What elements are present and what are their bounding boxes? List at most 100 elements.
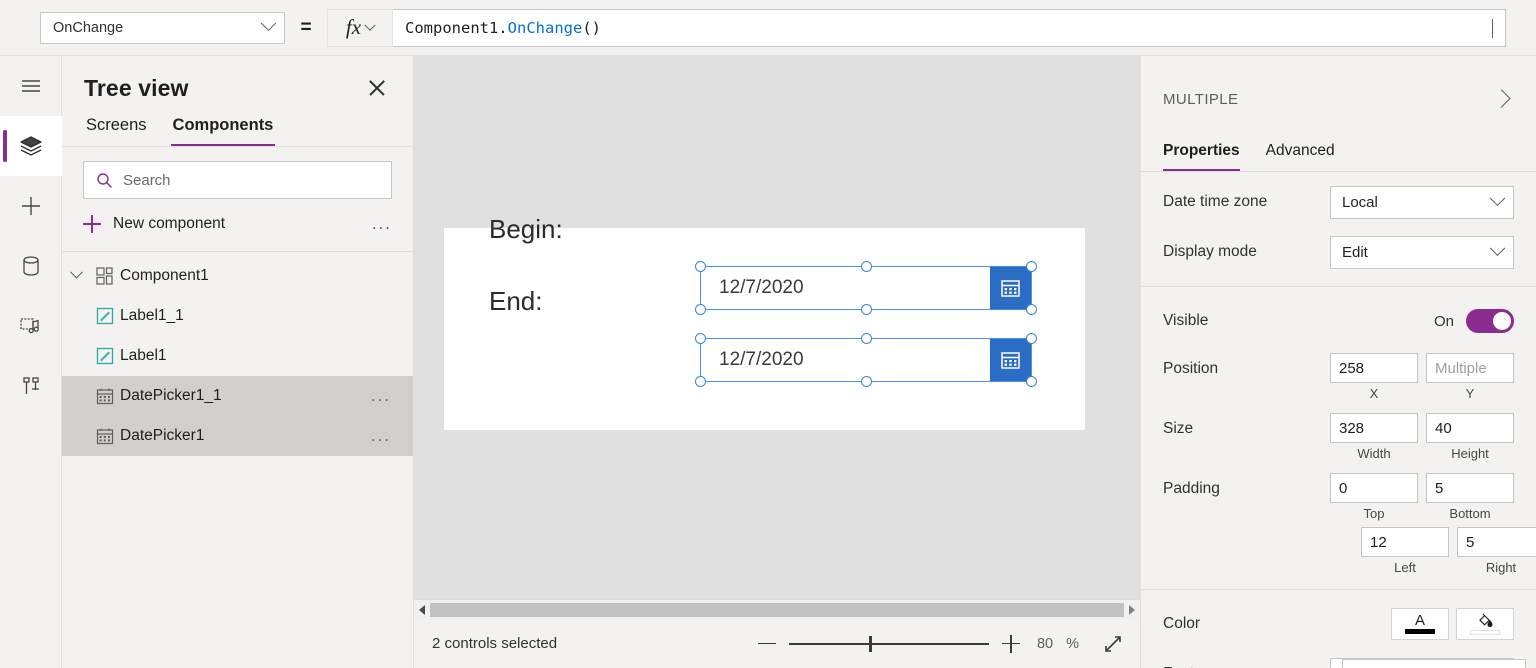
resize-handle-bottom-right[interactable] bbox=[1026, 376, 1037, 387]
date-time-zone-label: Date time zone bbox=[1163, 193, 1268, 210]
chevron-down-icon[interactable] bbox=[62, 265, 90, 281]
scroll-right-arrow-icon[interactable] bbox=[1124, 600, 1140, 620]
tree-item-overflow-icon[interactable]: ... bbox=[371, 386, 391, 406]
new-component-button[interactable]: New component ... bbox=[83, 207, 392, 241]
position-y-input[interactable]: Multiple bbox=[1426, 353, 1514, 383]
resize-handle-bottom-center[interactable] bbox=[860, 376, 872, 387]
app-screen-surface[interactable] bbox=[444, 228, 1085, 430]
zoom-slider-knob[interactable] bbox=[869, 635, 873, 652]
fill-color-button[interactable] bbox=[1456, 608, 1514, 640]
padding-left-input[interactable]: 12 bbox=[1361, 527, 1449, 557]
label-icon bbox=[90, 347, 120, 365]
font-size-input-partial[interactable] bbox=[1342, 659, 1526, 668]
sidebar-item-tree-view[interactable] bbox=[0, 116, 62, 176]
formula-input[interactable]: Component1. OnChange() bbox=[393, 8, 1506, 47]
component-tree-list: Component1 Label1_1 Label1 DatePicker1_1… bbox=[62, 252, 413, 456]
tab-advanced[interactable]: Advanced bbox=[1266, 142, 1335, 171]
fit-to-screen-icon[interactable] bbox=[1102, 633, 1124, 655]
tab-properties[interactable]: Properties bbox=[1163, 142, 1240, 171]
calendar-button[interactable] bbox=[990, 339, 1031, 381]
padding-bottom-group: 5 Bottom bbox=[1426, 473, 1514, 521]
left-icon-rail bbox=[0, 56, 62, 668]
font-color-button[interactable]: A bbox=[1391, 608, 1449, 640]
new-component-overflow-icon[interactable]: ... bbox=[372, 214, 392, 234]
tab-components[interactable]: Components bbox=[170, 112, 276, 146]
position-x-input[interactable]: 258 bbox=[1330, 353, 1418, 383]
close-icon[interactable] bbox=[363, 74, 391, 102]
scroll-left-arrow-icon[interactable] bbox=[414, 600, 430, 620]
resize-handle-bottom-center[interactable] bbox=[860, 304, 872, 315]
size-width-sublabel: Width bbox=[1357, 446, 1391, 461]
resize-handle-top-center[interactable] bbox=[860, 261, 872, 272]
row-color: Color A bbox=[1141, 604, 1536, 644]
canvas-horizontal-scrollbar[interactable] bbox=[414, 599, 1140, 619]
date-picker-end[interactable]: 12/7/2020 bbox=[695, 333, 1037, 387]
equals-sign: = bbox=[300, 16, 312, 38]
padding-left-sublabel: Left bbox=[1394, 560, 1416, 575]
zoom-unit: % bbox=[1066, 635, 1079, 652]
collapse-panel-icon[interactable] bbox=[1492, 89, 1514, 109]
label-begin[interactable]: Begin: bbox=[489, 214, 563, 245]
search-input[interactable]: Search bbox=[83, 161, 392, 199]
tree-item-overflow-icon[interactable]: ... bbox=[371, 426, 391, 446]
sidebar-item-data[interactable] bbox=[0, 236, 62, 296]
resize-handle-top-right[interactable] bbox=[1026, 333, 1037, 344]
padding-bottom-input[interactable]: 5 bbox=[1426, 473, 1514, 503]
padding-right-input[interactable]: 5 bbox=[1457, 527, 1536, 557]
calendar-button[interactable] bbox=[990, 267, 1031, 309]
resize-handle-bottom-left[interactable] bbox=[695, 376, 706, 387]
resize-handle-top-left[interactable] bbox=[695, 333, 706, 344]
padding-top-input[interactable]: 0 bbox=[1330, 473, 1418, 503]
zoom-out-button[interactable] bbox=[758, 635, 777, 653]
plus-icon bbox=[83, 215, 101, 233]
display-mode-select[interactable]: Edit bbox=[1330, 235, 1514, 269]
date-picker-value: 12/7/2020 bbox=[719, 277, 804, 298]
chevron-down-icon bbox=[1489, 239, 1506, 256]
property-select[interactable]: OnChange bbox=[40, 11, 285, 44]
formula-text-prefix: Component1. bbox=[405, 18, 508, 37]
resize-handle-top-left[interactable] bbox=[695, 261, 706, 272]
zoom-in-button[interactable] bbox=[1002, 634, 1021, 653]
search-wrapper: Search bbox=[62, 147, 413, 199]
sidebar-item-advanced-tools[interactable] bbox=[0, 356, 62, 416]
tree-item-component1[interactable]: Component1 bbox=[62, 256, 413, 296]
fx-button[interactable]: fx bbox=[327, 8, 393, 47]
date-time-zone-select[interactable]: Local bbox=[1330, 185, 1514, 219]
tree-item-datepicker1-1[interactable]: DatePicker1_1 ... bbox=[62, 376, 413, 416]
tab-screens[interactable]: Screens bbox=[84, 112, 149, 146]
scrollbar-thumb[interactable] bbox=[430, 602, 1124, 617]
hamburger-menu-icon[interactable] bbox=[0, 56, 62, 116]
panel-title: Tree view bbox=[84, 74, 189, 101]
zoom-slider[interactable] bbox=[789, 634, 990, 654]
advanced-tools-icon bbox=[22, 377, 39, 394]
resize-handle-bottom-right[interactable] bbox=[1026, 304, 1037, 315]
row-visible: Visible On bbox=[1141, 301, 1536, 341]
properties-header: MULTIPLE bbox=[1141, 56, 1536, 120]
tree-item-datepicker1[interactable]: DatePicker1 ... bbox=[62, 416, 413, 456]
tree-item-label: Component1 bbox=[120, 267, 209, 284]
tree-item-label1[interactable]: Label1 bbox=[62, 336, 413, 376]
size-height-input[interactable]: 40 bbox=[1426, 413, 1514, 443]
chevron-down-icon bbox=[364, 19, 376, 31]
chevron-down-icon bbox=[260, 15, 277, 32]
row-size: Size 328 Width 40 Height bbox=[1141, 413, 1536, 461]
visible-toggle[interactable] bbox=[1466, 309, 1514, 333]
canvas[interactable]: Begin: End: 12/7/2020 12/7/2020 bbox=[414, 56, 1140, 668]
media-icon bbox=[19, 318, 39, 334]
formula-text-suffix: () bbox=[582, 18, 601, 37]
chevron-down-icon bbox=[1489, 189, 1506, 206]
resize-handle-top-center[interactable] bbox=[860, 333, 872, 344]
resize-handle-bottom-left[interactable] bbox=[695, 304, 706, 315]
row-display-mode: Display mode Edit bbox=[1141, 232, 1536, 272]
padding-fields-bottom: 12 Left 5 Right bbox=[1361, 527, 1536, 575]
position-fields: 258 X Multiple Y bbox=[1330, 353, 1514, 401]
formula-expand-button[interactable] bbox=[1492, 18, 1493, 38]
size-height-sublabel: Height bbox=[1451, 446, 1489, 461]
tree-item-label1-1[interactable]: Label1_1 bbox=[62, 296, 413, 336]
resize-handle-top-right[interactable] bbox=[1026, 261, 1037, 272]
label-end[interactable]: End: bbox=[489, 286, 543, 317]
size-width-input[interactable]: 328 bbox=[1330, 413, 1418, 443]
sidebar-item-media[interactable] bbox=[0, 296, 62, 356]
date-picker-begin[interactable]: 12/7/2020 bbox=[695, 261, 1037, 315]
sidebar-item-insert[interactable] bbox=[0, 176, 62, 236]
